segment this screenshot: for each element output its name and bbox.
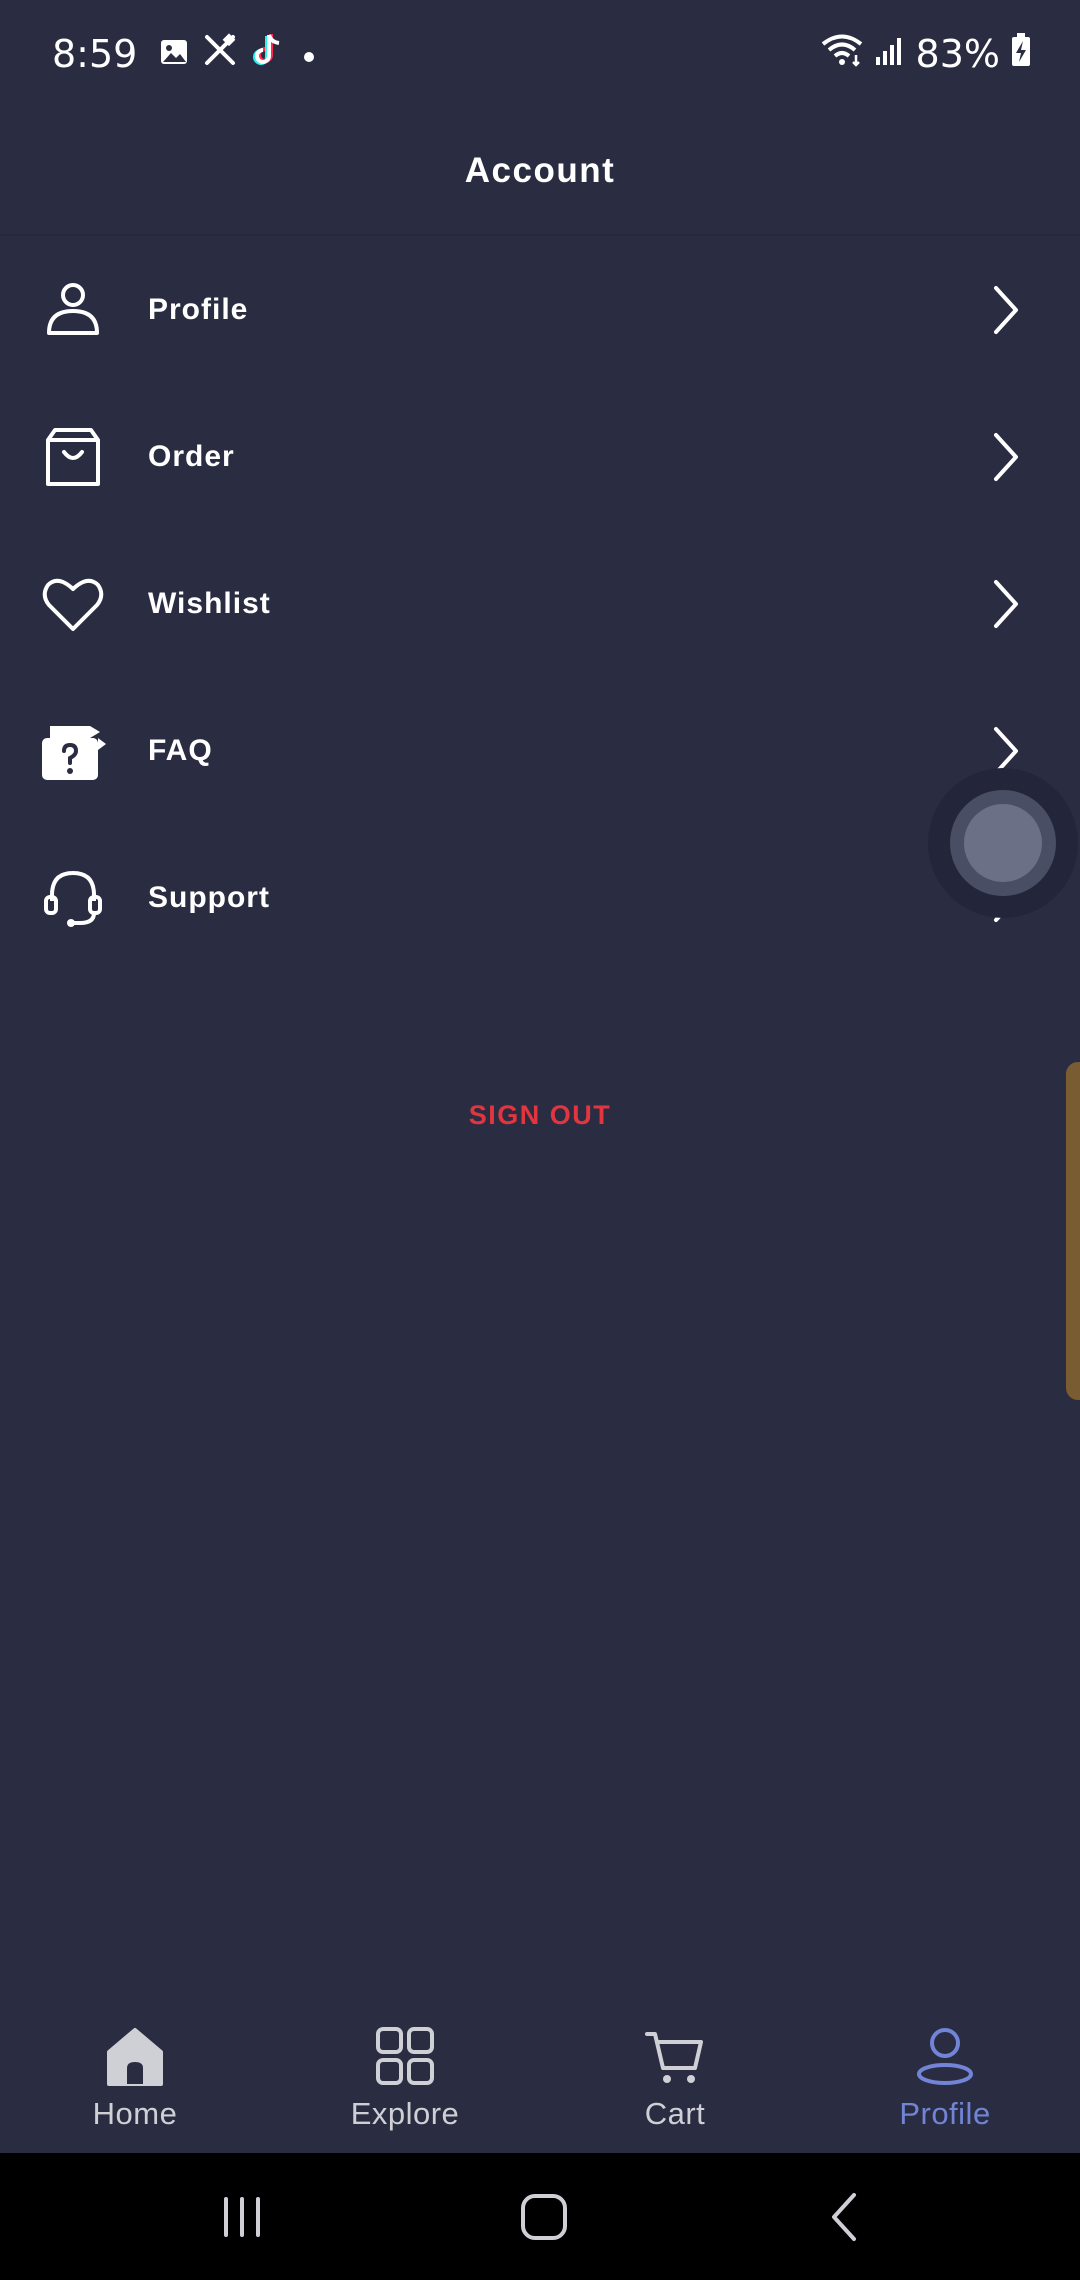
account-menu: Profile Order Wishlist FAQ Support bbox=[0, 236, 1080, 971]
edge-panel-handle[interactable] bbox=[1066, 1062, 1080, 1400]
sign-out-button[interactable]: SIGN OUT bbox=[0, 1100, 1080, 1131]
battery-text: 83% bbox=[915, 32, 1000, 76]
grid-icon bbox=[375, 2026, 435, 2086]
nav-label: Home bbox=[92, 2096, 178, 2131]
status-bar-right: 83% bbox=[810, 32, 1032, 77]
assistive-touch-button[interactable] bbox=[928, 768, 1078, 918]
menu-item-wishlist[interactable]: Wishlist bbox=[0, 530, 1080, 677]
chevron-right-icon bbox=[990, 429, 1022, 485]
bottom-nav: Home Explore Cart Profile bbox=[0, 1996, 1080, 2153]
app-header: Account bbox=[0, 108, 1080, 236]
signal-icon bbox=[874, 32, 906, 76]
gallery-icon bbox=[159, 32, 189, 76]
assistive-touch-core bbox=[964, 804, 1042, 882]
back-icon[interactable] bbox=[816, 2187, 876, 2247]
dot-icon bbox=[299, 32, 319, 76]
home-icon bbox=[105, 2026, 165, 2086]
menu-item-label: FAQ bbox=[148, 733, 213, 767]
headset-icon bbox=[40, 865, 106, 931]
menu-item-label: Wishlist bbox=[148, 586, 271, 620]
nav-label: Explore bbox=[350, 2096, 460, 2131]
nav-item-explore[interactable]: Explore bbox=[270, 1996, 540, 2153]
profile-icon bbox=[915, 2026, 975, 2086]
menu-item-label: Support bbox=[148, 880, 270, 914]
faq-icon bbox=[40, 718, 106, 784]
menu-item-order[interactable]: Order bbox=[0, 383, 1080, 530]
battery-charging-icon bbox=[1010, 32, 1032, 77]
menu-item-profile[interactable]: Profile bbox=[0, 236, 1080, 383]
nav-item-profile[interactable]: Profile bbox=[810, 1996, 1080, 2153]
tiktok-icon bbox=[251, 32, 285, 77]
tools-icon bbox=[203, 32, 237, 76]
menu-item-label: Profile bbox=[148, 292, 249, 326]
nav-item-cart[interactable]: Cart bbox=[540, 1996, 810, 2153]
nav-label: Profile bbox=[899, 2096, 991, 2131]
cart-icon bbox=[645, 2026, 705, 2086]
status-bar: 8:59 83% bbox=[0, 0, 1080, 108]
status-bar-left: 8:59 bbox=[52, 32, 333, 77]
chevron-right-icon bbox=[990, 282, 1022, 338]
person-icon bbox=[40, 277, 106, 343]
menu-item-faq[interactable]: FAQ bbox=[0, 677, 1080, 824]
chevron-right-icon bbox=[990, 576, 1022, 632]
menu-item-support[interactable]: Support bbox=[0, 824, 1080, 971]
menu-item-label: Order bbox=[148, 439, 235, 473]
home-button-icon[interactable] bbox=[514, 2187, 574, 2247]
wifi-icon bbox=[820, 32, 864, 76]
nav-label: Cart bbox=[644, 2096, 706, 2131]
heart-icon bbox=[40, 571, 106, 637]
bag-icon bbox=[40, 424, 106, 490]
system-nav-bar bbox=[0, 2153, 1080, 2280]
page-title: Account bbox=[464, 151, 616, 190]
status-time: 8:59 bbox=[52, 32, 138, 76]
recent-apps-icon[interactable] bbox=[212, 2187, 272, 2247]
nav-item-home[interactable]: Home bbox=[0, 1996, 270, 2153]
